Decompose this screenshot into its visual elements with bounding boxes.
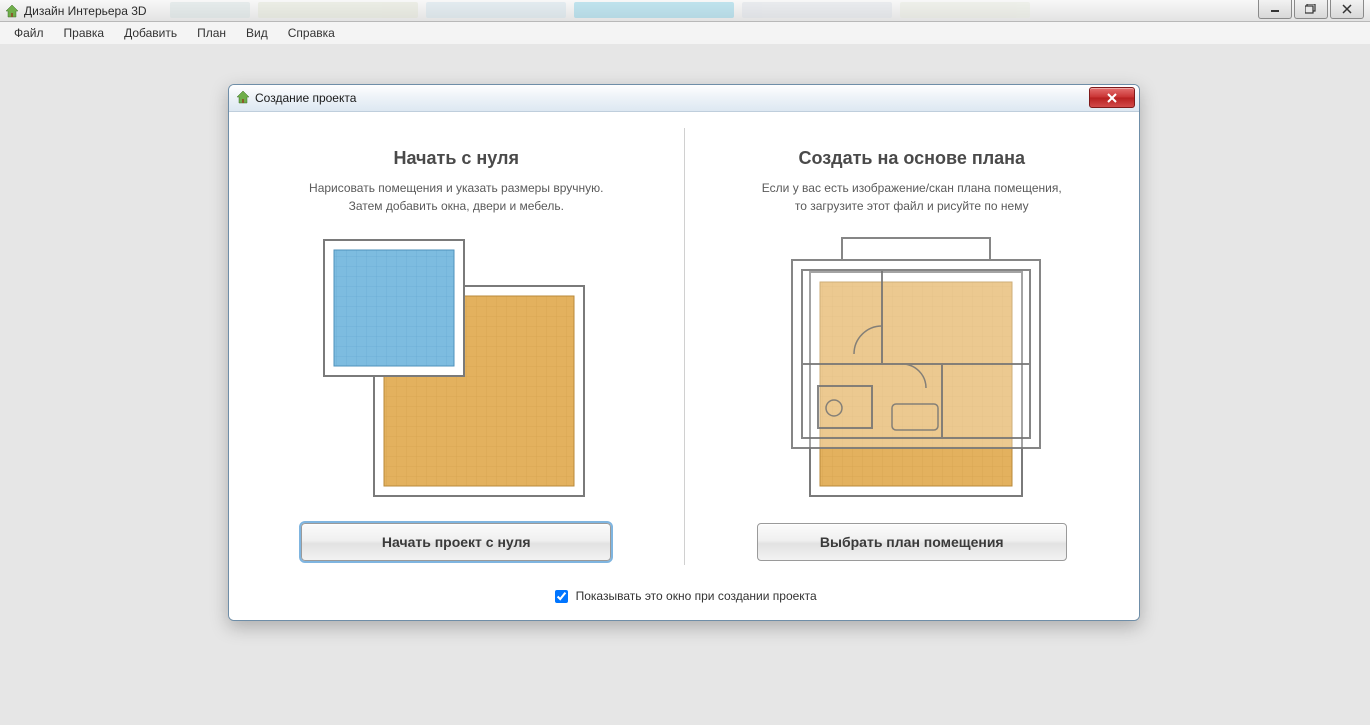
right-heading: Создать на основе плана [715, 148, 1110, 169]
panel-from-plan: Создать на основе плана Если у вас есть … [685, 112, 1140, 581]
dialog-body: Начать с нуля Нарисовать помещения и ука… [229, 112, 1139, 581]
menu-file[interactable]: Файл [4, 23, 54, 43]
background-tabs [170, 2, 1030, 18]
menu-add[interactable]: Добавить [114, 23, 187, 43]
right-desc-line2: то загрузите этот файл и рисуйте по нему [795, 199, 1029, 213]
right-desc-line1: Если у вас есть изображение/скан плана п… [762, 181, 1062, 195]
close-button[interactable] [1330, 0, 1364, 19]
maximize-button[interactable] [1294, 0, 1328, 19]
left-desc: Нарисовать помещения и указать размеры в… [276, 179, 636, 215]
right-illustration [715, 231, 1110, 511]
show-on-create-checkbox[interactable] [555, 590, 568, 603]
choose-plan-button[interactable]: Выбрать план помещения [757, 523, 1067, 561]
dialog-title: Создание проекта [255, 91, 356, 105]
right-desc: Если у вас есть изображение/скан плана п… [732, 179, 1092, 215]
left-desc-line2: Затем добавить окна, двери и мебель. [349, 199, 564, 213]
menubar: Файл Правка Добавить План Вид Справка [0, 22, 1370, 44]
app-titlebar: Дизайн Интерьера 3D [0, 0, 1370, 22]
panel-start-from-scratch: Начать с нуля Нарисовать помещения и ука… [229, 112, 684, 581]
app-title: Дизайн Интерьера 3D [24, 4, 147, 18]
left-illustration [259, 231, 654, 511]
dialog-icon [235, 89, 251, 108]
menu-edit[interactable]: Правка [54, 23, 115, 43]
menu-plan[interactable]: План [187, 23, 236, 43]
workspace: Создание проекта Начать с нуля Нарисоват… [0, 44, 1370, 725]
create-project-dialog: Создание проекта Начать с нуля Нарисоват… [228, 84, 1140, 621]
app-icon [4, 3, 20, 19]
menu-help[interactable]: Справка [278, 23, 345, 43]
dialog-close-button[interactable] [1089, 87, 1135, 108]
left-heading: Начать с нуля [259, 148, 654, 169]
dialog-footer: Показывать это окно при создании проекта [229, 581, 1139, 620]
minimize-button[interactable] [1258, 0, 1292, 19]
show-on-create-text: Показывать это окно при создании проекта [576, 589, 817, 603]
left-desc-line1: Нарисовать помещения и указать размеры в… [309, 181, 603, 195]
start-from-scratch-button[interactable]: Начать проект с нуля [301, 523, 611, 561]
show-on-create-label[interactable]: Показывать это окно при создании проекта [551, 589, 816, 603]
dialog-titlebar: Создание проекта [229, 85, 1139, 112]
menu-view[interactable]: Вид [236, 23, 278, 43]
window-controls [1258, 0, 1364, 19]
